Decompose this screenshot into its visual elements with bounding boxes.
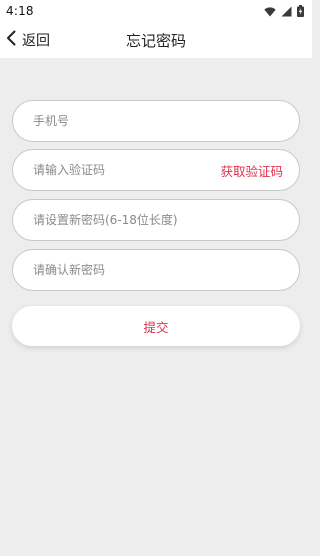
battery-charging-icon: [297, 2, 304, 21]
phone-field-wrapper: [12, 100, 300, 142]
back-label: 返回: [22, 33, 50, 49]
phone-input[interactable]: [33, 114, 283, 128]
nav-bar: 返回 忘记密码: [0, 22, 312, 58]
back-button[interactable]: 返回: [6, 30, 50, 50]
wifi-icon: [264, 2, 276, 21]
new-password-field-wrapper: [12, 199, 300, 241]
new-password-input[interactable]: [33, 213, 283, 227]
forgot-password-screen: 4:18 返回 忘记密码 手机号 请输入验证码 获取验证码 提交: [0, 0, 312, 556]
chevron-left-icon: [6, 30, 16, 50]
status-time: 4:18: [6, 4, 34, 18]
status-bar: 4:18: [0, 0, 312, 22]
confirm-password-input[interactable]: [33, 263, 283, 277]
verification-code-input[interactable]: [33, 163, 221, 177]
signal-icon: [281, 2, 292, 21]
code-field-wrapper: 获取验证码: [12, 149, 300, 191]
confirm-password-field-wrapper: [12, 249, 300, 291]
get-code-button[interactable]: 获取验证码: [220, 161, 283, 180]
submit-button[interactable]: 提交: [12, 306, 300, 346]
status-icons: [264, 2, 304, 21]
